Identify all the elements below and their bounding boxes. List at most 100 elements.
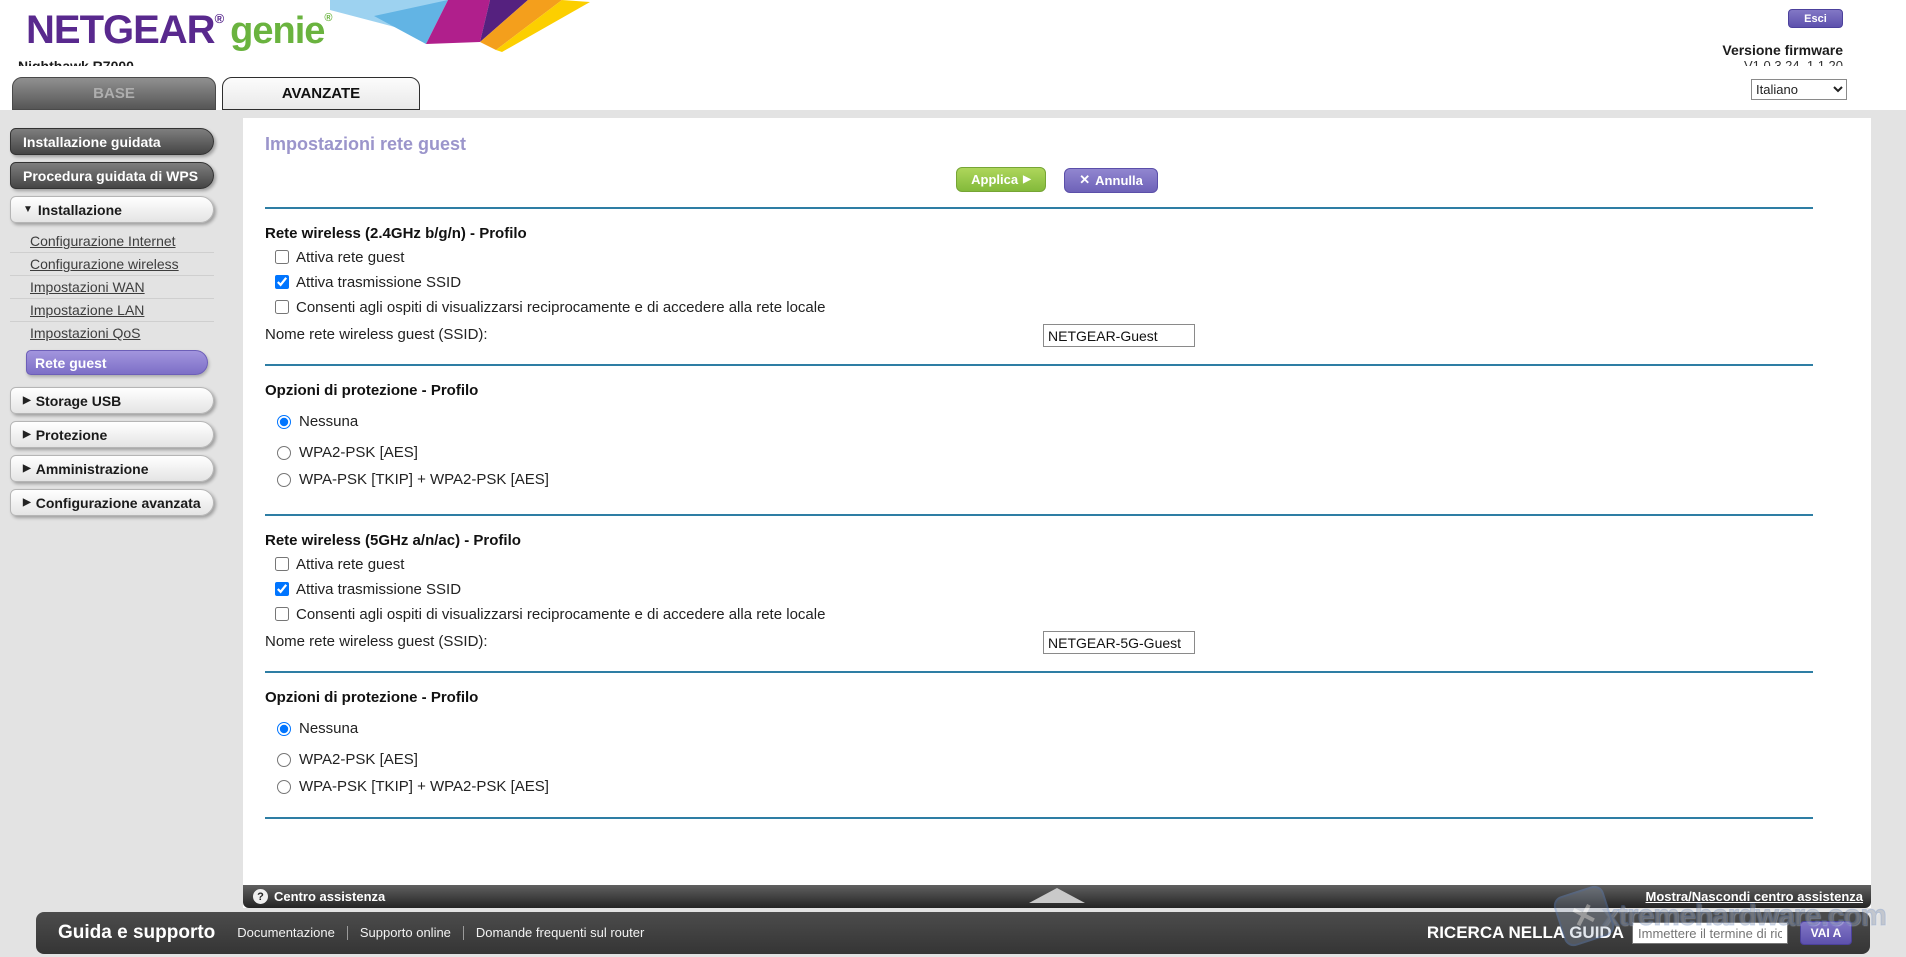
- page-title: Impostazioni rete guest: [265, 134, 1871, 155]
- footer-link-documentazione[interactable]: Documentazione: [237, 926, 347, 940]
- apply-button[interactable]: Applica ▶: [956, 167, 1046, 192]
- checkbox-label: Attiva rete guest: [296, 249, 404, 266]
- tab-bar: BASE AVANZATE Italiano: [0, 66, 1906, 110]
- radio-row-wpa-wpa2-mixed-5[interactable]: WPA-PSK [TKIP] + WPA2-PSK [AES]: [277, 778, 1871, 795]
- radio-nessuna-24[interactable]: [277, 415, 291, 429]
- sidebar-section-amministrazione[interactable]: ▶ Amministrazione: [10, 455, 214, 482]
- chevron-right-icon: ▶: [23, 395, 31, 406]
- radio-row-wpa-wpa2-mixed-24[interactable]: WPA-PSK [TKIP] + WPA2-PSK [AES]: [277, 471, 1871, 488]
- guide-search-input[interactable]: [1632, 922, 1788, 944]
- registered-mark-icon: ®: [215, 11, 225, 26]
- radio-row-wpa2-psk-24[interactable]: WPA2-PSK [AES]: [277, 444, 1871, 461]
- section-heading-5ghz: Rete wireless (5GHz a/n/ac) - Profilo: [265, 532, 1871, 549]
- checkbox-row-trasmissione-ssid-5[interactable]: Attiva trasmissione SSID: [275, 580, 1871, 598]
- checkbox-row-attiva-rete-guest-24[interactable]: Attiva rete guest: [275, 248, 1871, 266]
- checkbox-label: Consenti agli ospiti di visualizzarsi re…: [296, 299, 825, 316]
- sidebar-item-procedura-wps[interactable]: Procedura guidata di WPS: [10, 162, 214, 189]
- sidebar-item-impostazioni-wan[interactable]: Impostazioni WAN: [10, 275, 214, 298]
- footer-title: Guida e supporto: [58, 922, 215, 944]
- checkbox-consenti-ospiti-5[interactable]: [275, 607, 289, 621]
- chevron-down-icon: ▼: [23, 204, 33, 215]
- section-divider: [265, 817, 1813, 819]
- sidebar-nav: Installazione guidata Procedura guidata …: [10, 128, 214, 523]
- radio-wpa-wpa2-mixed-5[interactable]: [277, 780, 291, 794]
- cancel-button[interactable]: ✕ Annulla: [1064, 168, 1158, 193]
- cancel-button-label: Annulla: [1095, 173, 1143, 188]
- radio-nessuna-5[interactable]: [277, 722, 291, 736]
- radio-label: WPA2-PSK [AES]: [299, 751, 418, 768]
- section-divider: [265, 364, 1813, 366]
- sidebar-item-impostazione-lan[interactable]: Impostazione LAN: [10, 298, 214, 321]
- netgear-wordmark: NETGEAR: [26, 8, 215, 52]
- checkbox-row-attiva-rete-guest-5[interactable]: Attiva rete guest: [275, 555, 1871, 573]
- go-button[interactable]: VAI A: [1800, 921, 1852, 945]
- radio-row-nessuna-24[interactable]: Nessuna: [277, 413, 1871, 430]
- radio-label: Nessuna: [299, 413, 358, 430]
- sidebar-section-installazione[interactable]: ▼ Installazione: [10, 196, 214, 223]
- tab-base[interactable]: BASE: [12, 77, 216, 110]
- checkbox-row-consenti-ospiti-5[interactable]: Consenti agli ospiti di visualizzarsi re…: [275, 605, 1871, 623]
- sidebar-item-configurazione-wireless[interactable]: Configurazione wireless: [10, 252, 214, 275]
- radio-wpa2-psk-24[interactable]: [277, 446, 291, 460]
- section-divider: [265, 514, 1813, 516]
- radio-label: WPA2-PSK [AES]: [299, 444, 418, 461]
- action-buttons: Applica ▶ ✕ Annulla: [243, 167, 1871, 193]
- checkbox-trasmissione-ssid-5[interactable]: [275, 582, 289, 596]
- toggle-help-center-link[interactable]: Mostra/Nascondi centro assistenza: [1646, 889, 1863, 904]
- ssid-row-5ghz: Nome rete wireless guest (SSID):: [265, 633, 1871, 657]
- help-question-icon: ?: [253, 889, 268, 904]
- sidebar-section-storage-usb[interactable]: ▶ Storage USB: [10, 387, 214, 414]
- language-select[interactable]: Italiano: [1751, 79, 1847, 100]
- ssid-row-24ghz: Nome rete wireless guest (SSID):: [265, 326, 1871, 350]
- checkbox-row-consenti-ospiti-24[interactable]: Consenti agli ospiti di visualizzarsi re…: [275, 298, 1871, 316]
- header: NETGEAR®genie® Nighthawk R7000 Esci Vers…: [0, 0, 1906, 66]
- security-heading-24ghz: Opzioni di protezione - Profilo: [265, 382, 1871, 399]
- sidebar-item-label: Procedura guidata di WPS: [23, 168, 198, 184]
- sidebar-item-installazione-guidata[interactable]: Installazione guidata: [10, 128, 214, 155]
- checkbox-trasmissione-ssid-24[interactable]: [275, 275, 289, 289]
- radio-row-nessuna-5[interactable]: Nessuna: [277, 720, 1871, 737]
- expand-up-arrow-icon[interactable]: [1029, 888, 1085, 903]
- chevron-right-icon: ▶: [23, 497, 31, 508]
- sidebar-section-protezione[interactable]: ▶ Protezione: [10, 421, 214, 448]
- guide-search: RICERCA NELLA GUIDA VAI A: [1427, 921, 1852, 945]
- radio-wpa2-psk-5[interactable]: [277, 753, 291, 767]
- registered-mark-icon: ®: [324, 12, 332, 24]
- sidebar-item-impostazioni-qos[interactable]: Impostazioni QoS: [10, 321, 214, 344]
- footer-link-domande-frequenti[interactable]: Domande frequenti sul router: [463, 926, 656, 940]
- sidebar-section-configurazione-avanzata[interactable]: ▶ Configurazione avanzata: [10, 489, 214, 516]
- footer-links: Documentazione Supporto online Domande f…: [237, 926, 656, 940]
- content-panel: Impostazioni rete guest Applica ▶ ✕ Annu…: [243, 118, 1871, 908]
- section-divider: [265, 671, 1813, 673]
- ssid-label: Nome rete wireless guest (SSID):: [265, 633, 488, 650]
- guide-search-label: RICERCA NELLA GUIDA: [1427, 923, 1624, 943]
- sidebar-item-label: Installazione guidata: [23, 134, 161, 150]
- checkbox-row-trasmissione-ssid-24[interactable]: Attiva trasmissione SSID: [275, 273, 1871, 291]
- tab-avanzate[interactable]: AVANZATE: [222, 77, 420, 110]
- ssid-input-5ghz[interactable]: [1043, 631, 1195, 654]
- sidebar-item-rete-guest-selected[interactable]: Rete guest: [26, 350, 208, 375]
- footer-link-supporto-online[interactable]: Supporto online: [347, 926, 463, 940]
- x-icon: ✕: [1079, 172, 1090, 188]
- checkbox-attiva-rete-guest-5[interactable]: [275, 557, 289, 571]
- section-divider: [265, 207, 1813, 209]
- genie-wordmark: genie: [230, 10, 324, 52]
- checkbox-label: Attiva trasmissione SSID: [296, 274, 461, 291]
- sidebar-item-configurazione-internet[interactable]: Configurazione Internet: [10, 230, 214, 252]
- brand-ribbon-graphic: [330, 0, 590, 52]
- checkbox-attiva-rete-guest-24[interactable]: [275, 250, 289, 264]
- checkbox-consenti-ospiti-24[interactable]: [275, 300, 289, 314]
- section-heading-24ghz: Rete wireless (2.4GHz b/g/n) - Profilo: [265, 225, 1871, 242]
- play-arrow-icon: ▶: [1023, 174, 1031, 185]
- checkbox-label: Attiva trasmissione SSID: [296, 581, 461, 598]
- radio-row-wpa2-psk-5[interactable]: WPA2-PSK [AES]: [277, 751, 1871, 768]
- radio-label: Nessuna: [299, 720, 358, 737]
- ssid-input-24ghz[interactable]: [1043, 324, 1195, 347]
- help-center-bar: ? Centro assistenza Mostra/Nascondi cent…: [243, 885, 1871, 908]
- help-center-label: Centro assistenza: [274, 889, 385, 904]
- radio-wpa-wpa2-mixed-24[interactable]: [277, 473, 291, 487]
- checkbox-label: Consenti agli ospiti di visualizzarsi re…: [296, 606, 825, 623]
- radio-label: WPA-PSK [TKIP] + WPA2-PSK [AES]: [299, 778, 549, 795]
- sidebar-collapsed-group: ▶ Storage USB ▶ Protezione ▶ Amministraz…: [10, 387, 214, 516]
- logout-button[interactable]: Esci: [1788, 9, 1843, 28]
